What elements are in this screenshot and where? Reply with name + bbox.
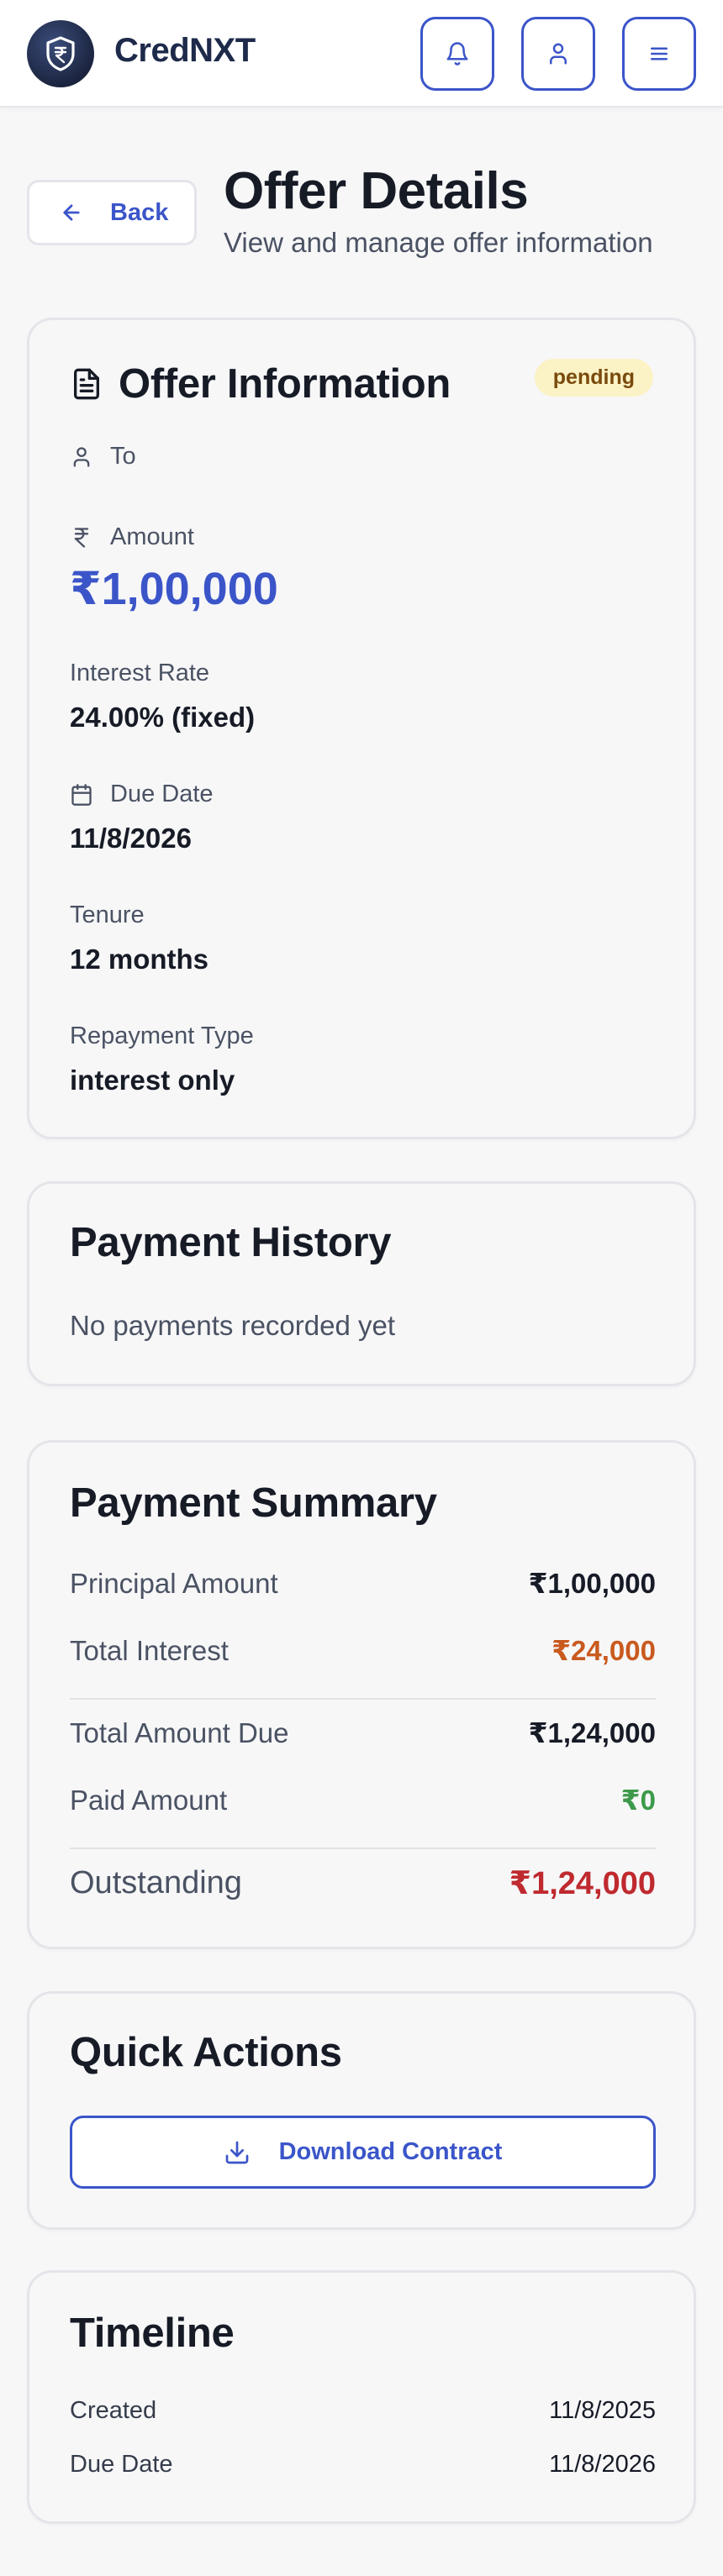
payment-summary-card: Payment Summary Principal Amount ₹1,00,0…	[27, 1440, 696, 1949]
menu-icon	[651, 47, 668, 60]
paid-amount-label: Paid Amount	[70, 1784, 228, 1816]
summary-divider	[70, 1848, 656, 1849]
principal-value: ₹1,00,000	[528, 1568, 656, 1599]
notifications-button[interactable]	[420, 17, 494, 91]
bell-icon	[446, 42, 468, 66]
summary-divider	[70, 1698, 656, 1700]
arrow-left-icon	[63, 204, 80, 221]
empty-history-text: No payments recorded yet	[70, 1310, 396, 1341]
page-subtitle: View and manage offer information	[224, 227, 653, 258]
download-contract-button[interactable]: Download Contract	[70, 2116, 656, 2189]
paid-row: Paid Amount ₹0	[70, 1784, 656, 1816]
total-due-row: Total Amount Due ₹1,24,000	[70, 1716, 656, 1749]
timeline-card: Timeline Created 11/8/2025 Due Date 11/8…	[27, 2270, 696, 2524]
paid-amount-value: ₹0	[620, 1785, 656, 1816]
interest-rate-value: 24.00% (fixed)	[70, 702, 256, 733]
back-button[interactable]: Back	[27, 180, 197, 245]
total-due-value: ₹1,24,000	[528, 1717, 656, 1748]
rupee-icon	[74, 527, 89, 548]
payment-history-card: Payment History No payments recorded yet	[27, 1181, 696, 1386]
profile-button[interactable]	[521, 17, 595, 91]
due-date-value: 11/8/2026	[70, 823, 192, 854]
payment-summary-title: Payment Summary	[70, 1480, 437, 1526]
user-icon	[550, 43, 567, 65]
tenure-value: 12 months	[70, 944, 209, 975]
calendar-icon	[71, 783, 92, 806]
due-date-label: Due Date	[70, 781, 214, 808]
payment-history-title: Payment History	[70, 1220, 392, 1265]
total-interest-value: ₹24,000	[551, 1635, 656, 1666]
outstanding-row: Outstanding ₹1,24,000	[70, 1864, 656, 1902]
to-label: To	[70, 443, 136, 471]
principal-row: Principal Amount ₹1,00,000	[70, 1567, 656, 1600]
quick-actions-card: Quick Actions Download Contract	[27, 1991, 696, 2230]
app-header: CredNXT	[0, 0, 723, 108]
quick-actions-title: Quick Actions	[70, 2030, 342, 2075]
repayment-type-value: interest only	[70, 1065, 235, 1096]
back-label: Back	[110, 198, 169, 226]
created-label: Created	[70, 2397, 157, 2424]
rupee-shield-icon[interactable]	[27, 20, 94, 87]
interest-rate-label: Interest Rate	[70, 660, 210, 686]
timeline-due-label: Due Date	[70, 2451, 173, 2478]
offer-information-header: Offer Information	[70, 360, 451, 407]
offer-information-title: Offer Information	[119, 361, 451, 407]
interest-row: Total Interest ₹24,000	[70, 1634, 656, 1667]
created-value: 11/8/2025	[549, 2397, 656, 2424]
document-icon	[74, 368, 100, 400]
repayment-type-label: Repayment Type	[70, 1023, 254, 1049]
download-contract-label: Download Contract	[278, 2138, 503, 2165]
outstanding-value: ₹1,24,000	[509, 1866, 656, 1901]
timeline-row-due: Due Date 11/8/2026	[70, 2451, 656, 2479]
page-title: Offer Details	[224, 162, 529, 220]
menu-button[interactable]	[622, 17, 696, 91]
outstanding-label: Outstanding	[70, 1865, 242, 1900]
total-interest-label: Total Interest	[70, 1634, 229, 1666]
timeline-row-created: Created 11/8/2025	[70, 2397, 656, 2425]
amount-value: ₹1,00,000	[70, 564, 278, 614]
tenure-label: Tenure	[70, 902, 145, 928]
amount-label: Amount	[70, 523, 194, 551]
principal-label: Principal Amount	[70, 1567, 278, 1599]
offer-information-card: Offer Information pending To Amount ₹1,0…	[27, 318, 696, 1139]
user-icon	[73, 446, 90, 467]
brand-name[interactable]: CredNXT	[114, 32, 256, 70]
status-badge: pending	[534, 359, 653, 397]
total-due-label: Total Amount Due	[70, 1716, 289, 1748]
download-icon	[225, 2141, 248, 2163]
timeline-due-value: 11/8/2026	[549, 2451, 656, 2478]
timeline-title: Timeline	[70, 2311, 235, 2356]
